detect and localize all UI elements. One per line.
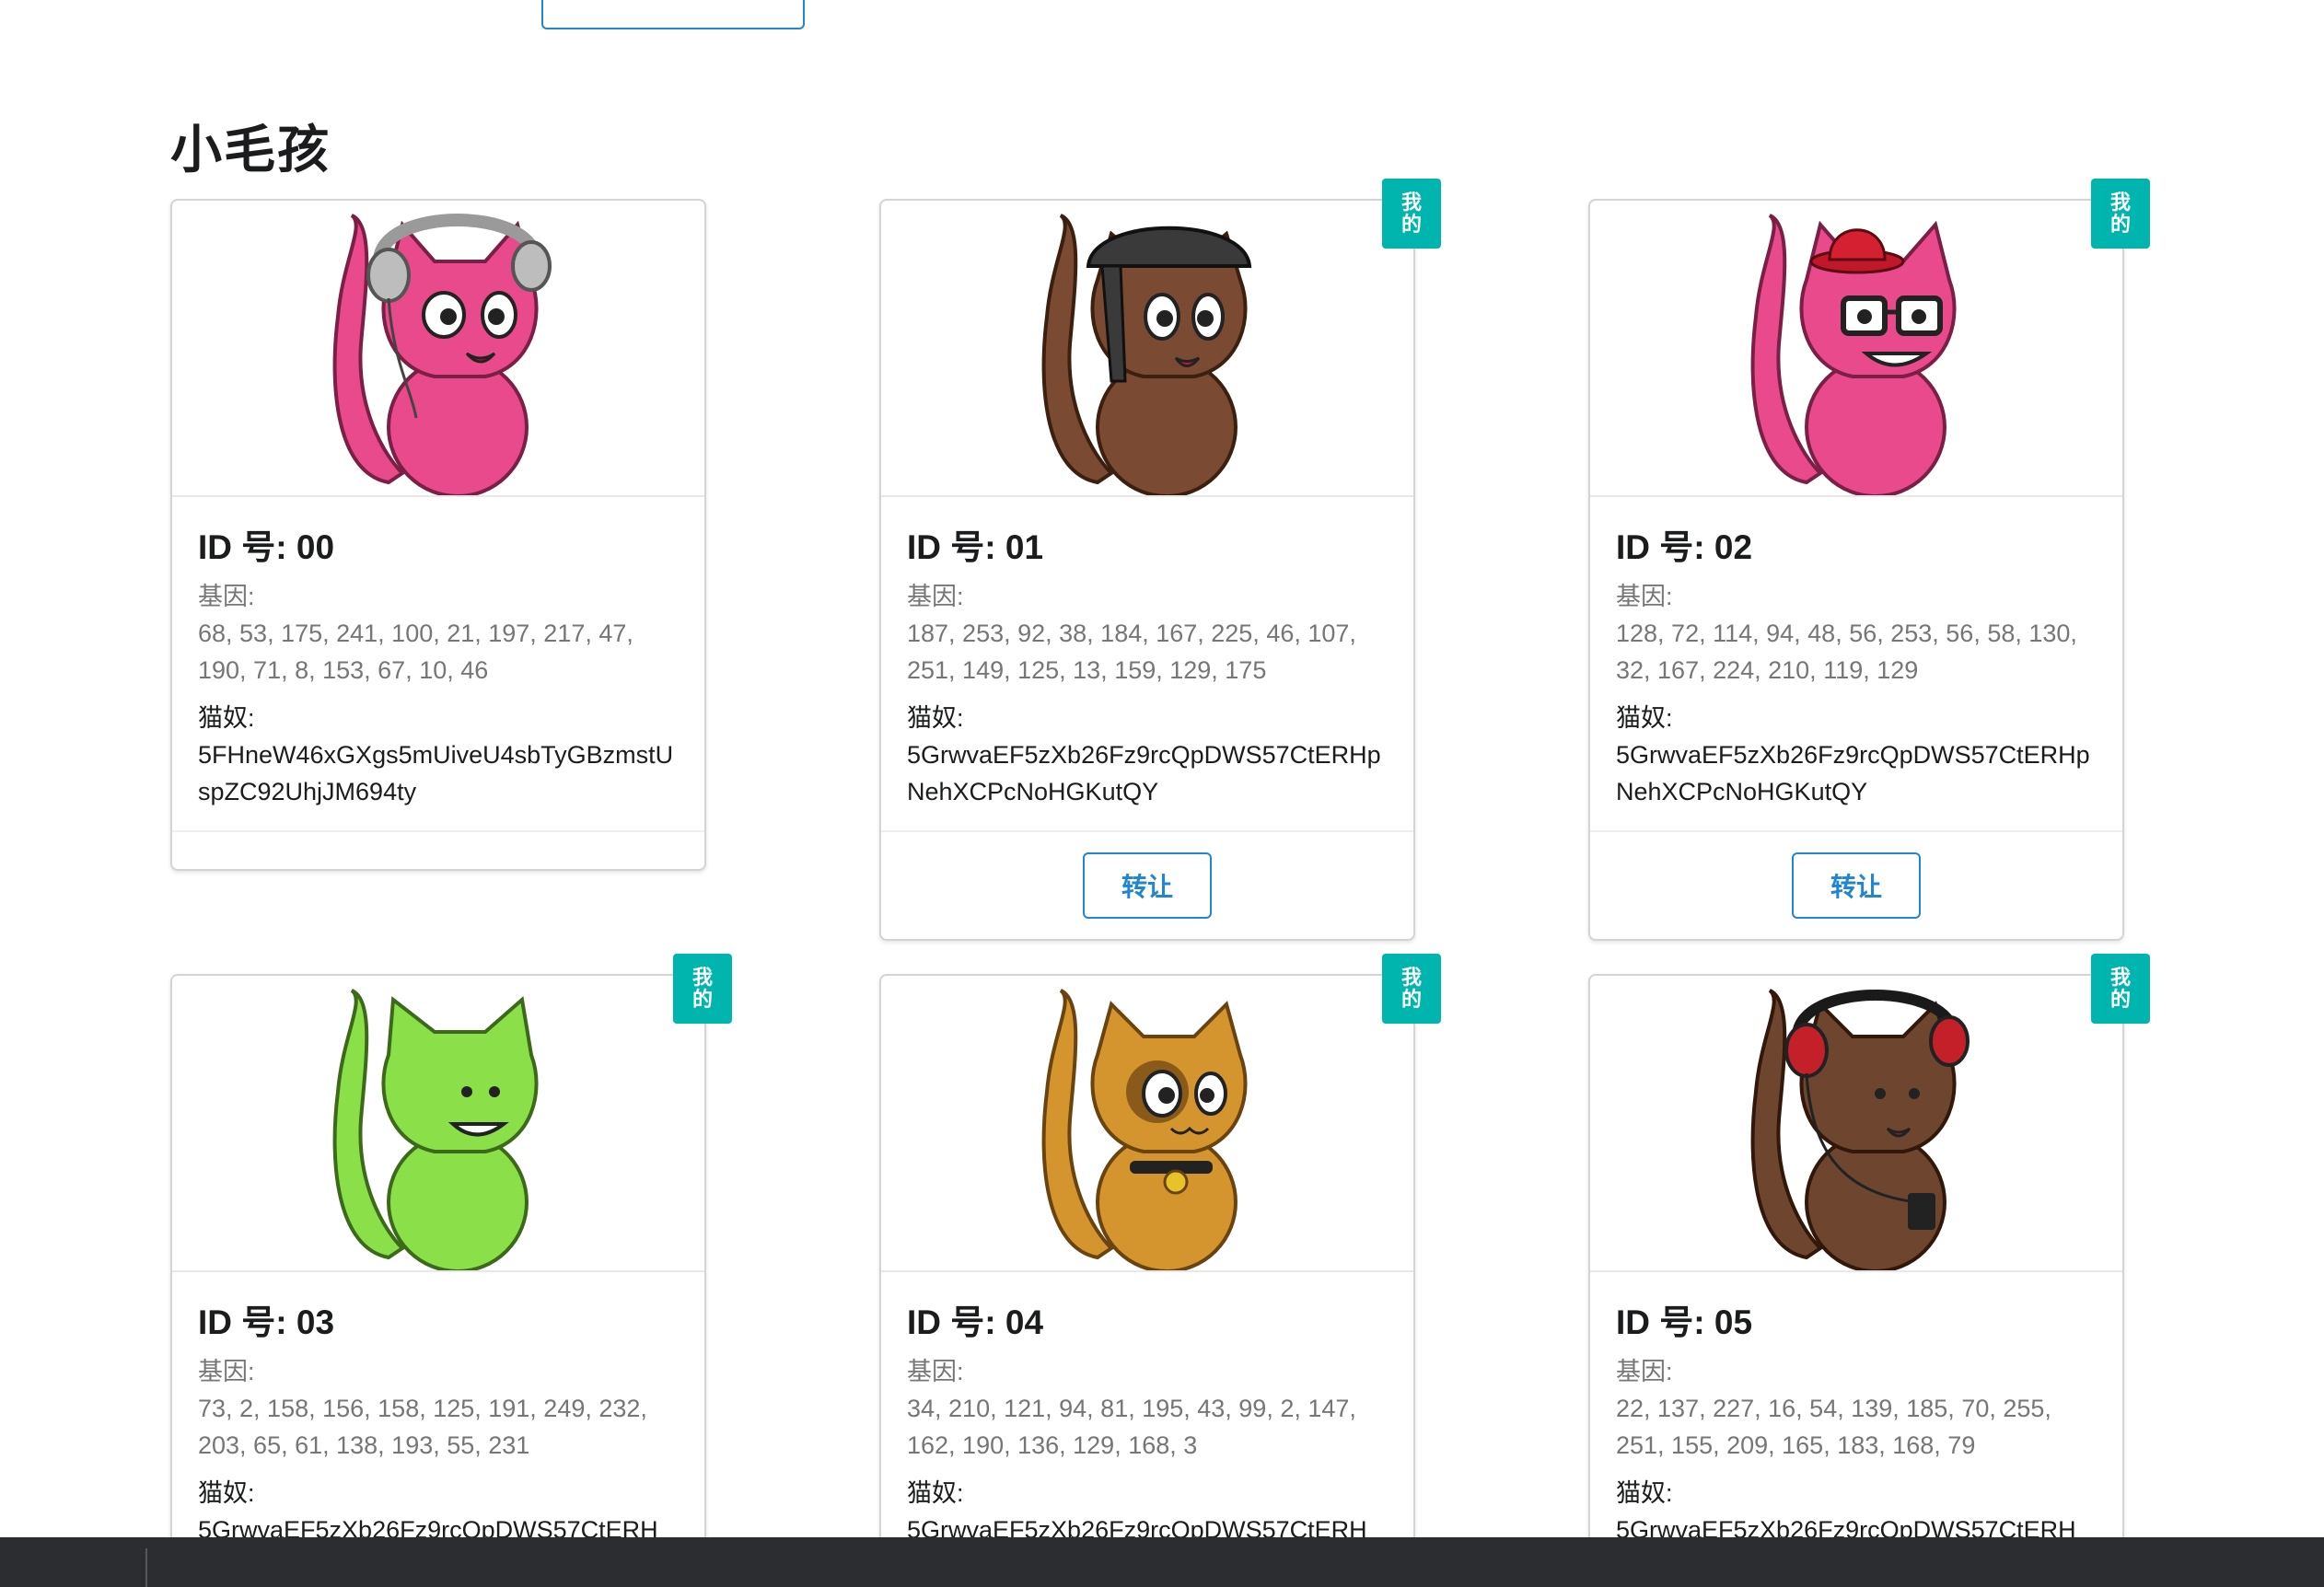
cat-id: ID 号: 03 [198,1303,335,1341]
cat-card: 我 的 ID 号: 05 基因: 22, 137, 227, 16, 54, 1… [1588,954,2150,1570]
cat-id: ID 号: 00 [198,528,335,566]
mine-badge-char: 我 [1400,191,1422,214]
cat-image [172,201,704,497]
cat-card: 我 的 ID 号: 01 基因: 187, 253, 92, 38, 184, … [879,179,1441,941]
cat-id: ID 号: 02 [1616,528,1753,566]
owner-label: 猫奴: [907,1479,964,1507]
cat-illustration [1041,989,1248,1270]
mine-badge: 我 的 [2091,954,2150,1024]
cat-illustration [1041,214,1252,495]
transfer-button[interactable]: 转让 [1083,852,1212,919]
mine-badge: 我 的 [1382,954,1441,1024]
mine-badge-char: 的 [1400,213,1422,236]
page-title: 小毛孩 [170,121,331,179]
genes-label: 基因: [907,583,964,610]
mine-badge: 我 的 [1382,179,1441,249]
cat-card: 我 的 ID 号: 02 基因: 128, 72, 114, 94, 48, 5… [1588,179,2150,941]
owner-label: 猫奴: [1616,1479,1673,1507]
cat-id: ID 号: 04 [907,1303,1044,1341]
cat-card: ID 号: 00 基因: 68, 53, 175, 241, 100, 21, … [170,199,706,871]
genes-label: 基因: [1616,583,1673,610]
taskbar [0,1537,2324,1587]
owner-address: 5GrwvaEF5zXb26Fz9rcQpDWS57CtERHpNehXCPcN… [907,741,1381,805]
mine-badge-char: 的 [691,988,713,1011]
cat-illustration [1750,989,1970,1270]
card-footer: 转让 [881,830,1413,939]
cat-illustration [332,989,539,1270]
owner-address: 5GrwvaEF5zXb26Fz9rcQpDWS57CtERHpNehXCPcN… [1616,741,2090,805]
mine-badge: 我 的 [2091,179,2150,249]
genes-value: 68, 53, 175, 241, 100, 21, 197, 217, 47,… [198,620,633,684]
transfer-button[interactable]: 转让 [1792,852,1921,919]
genes-value: 73, 2, 158, 156, 158, 125, 191, 249, 232… [198,1395,647,1459]
genes-label: 基因: [907,1358,964,1385]
genes-value: 187, 253, 92, 38, 184, 167, 225, 46, 107… [907,620,1356,684]
mine-badge-char: 的 [2109,988,2131,1011]
card-footer: 转让 [1590,830,2122,939]
genes-value: 34, 210, 121, 94, 81, 195, 43, 99, 2, 14… [907,1395,1356,1459]
cat-id: ID 号: 05 [1616,1303,1753,1341]
genes-label: 基因: [198,583,255,610]
cat-card: 我 的 ID 号: 04 基因: 34, 210, 121, 94, 81, 1… [879,954,1441,1570]
cat-illustration [1750,214,1957,495]
cat-illustration [332,214,552,495]
cat-image [881,976,1413,1272]
mine-badge-char: 的 [1400,988,1422,1011]
genes-value: 128, 72, 114, 94, 48, 56, 253, 56, 58, 1… [1616,620,2077,684]
top-action-button[interactable] [541,0,805,29]
mine-badge-char: 我 [691,966,713,989]
mine-badge-char: 我 [2109,191,2131,214]
mine-badge-char: 的 [2109,213,2131,236]
cat-image [881,201,1413,497]
owner-label: 猫奴: [198,704,255,732]
genes-value: 22, 137, 227, 16, 54, 139, 185, 70, 255,… [1616,1395,2051,1459]
mine-badge-char: 我 [2109,966,2131,989]
cat-card: 我 的 ID 号: 03 基因: 73, 2, 158, 156, 158, 1… [170,954,732,1570]
genes-label: 基因: [1616,1358,1673,1385]
cat-image [1590,976,2122,1272]
mine-badge-char: 我 [1400,966,1422,989]
cat-image [172,976,704,1272]
taskbar-divider [145,1548,147,1587]
genes-label: 基因: [198,1358,255,1385]
cat-image [1590,201,2122,497]
owner-label: 猫奴: [1616,704,1673,732]
owner-address: 5FHneW46xGXgs5mUiveU4sbTyGBzmstUspZC92Uh… [198,741,674,805]
owner-label: 猫奴: [198,1479,255,1507]
owner-label: 猫奴: [907,704,964,732]
cat-id: ID 号: 01 [907,528,1044,566]
mine-badge: 我 的 [673,954,732,1024]
card-footer [172,830,704,869]
